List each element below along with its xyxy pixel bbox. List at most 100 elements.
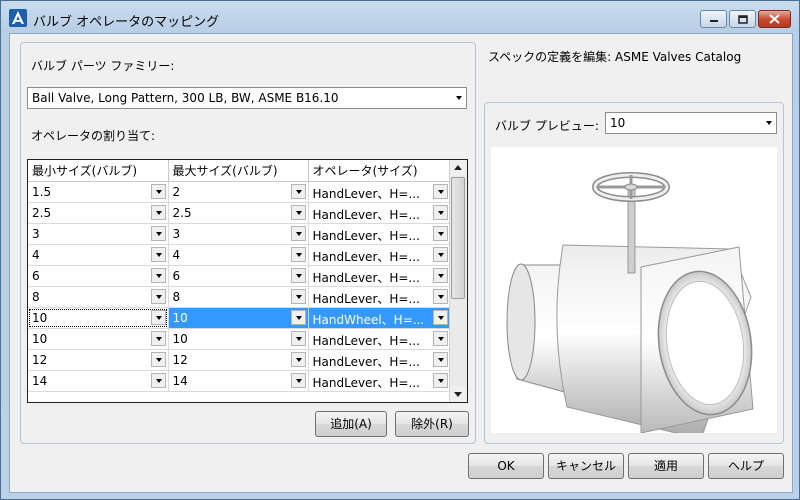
table-cell-min[interactable]: 8 [28, 286, 169, 308]
table-row[interactable]: 6 6 HandLever、H=... [28, 265, 451, 287]
table-cell-min[interactable]: 12 [28, 349, 169, 371]
help-button[interactable]: ヘルプ [708, 453, 784, 479]
chevron-down-icon[interactable] [150, 184, 166, 199]
table-cell-op[interactable]: HandLever、H=... [308, 202, 451, 224]
table-cell-op[interactable]: HandWheel、H=... [308, 307, 451, 329]
table-cell-min[interactable]: 14 [28, 370, 169, 392]
title-bar[interactable]: バルブ オペレータのマッピング [1, 1, 799, 37]
chevron-down-icon[interactable] [290, 247, 306, 262]
cell-content: 10 [28, 329, 168, 349]
table-row[interactable]: 10 10 HandWheel、H=... [28, 307, 451, 329]
table-cell-max[interactable]: 2.5 [168, 202, 309, 224]
table-cell-op[interactable]: HandLever、H=... [308, 265, 451, 287]
table-row[interactable]: 10 10 HandLever、H=... [28, 328, 451, 350]
chevron-down-icon[interactable] [290, 226, 306, 241]
table-cell-min[interactable]: 6 [28, 265, 169, 287]
column-header-min[interactable]: 最小サイズ(バルブ) [28, 160, 169, 182]
table-cell-op[interactable]: HandLever、H=... [308, 370, 451, 392]
table-row[interactable]: 1.5 2 HandLever、H=... [28, 181, 451, 203]
chevron-down-icon[interactable] [290, 331, 306, 346]
chevron-down-icon[interactable] [432, 184, 448, 199]
chevron-down-icon[interactable] [432, 289, 448, 304]
table-cell-op[interactable]: HandLever、H=... [308, 223, 451, 245]
table-cell-min[interactable]: 2.5 [28, 202, 169, 224]
remove-button[interactable]: 除外(R) [395, 411, 469, 437]
table-header-row: 最小サイズ(バルブ) 最大サイズ(バルブ) オペレータ(サイズ) [28, 160, 451, 182]
table-cell-min[interactable]: 1.5 [28, 181, 169, 203]
chevron-down-icon[interactable] [150, 289, 166, 304]
preview-size-dropdown[interactable]: 10 [605, 112, 777, 134]
chevron-down-icon[interactable] [150, 226, 166, 241]
table-cell-max[interactable]: 10 [168, 307, 309, 329]
chevron-down-icon[interactable] [290, 184, 306, 199]
table-cell-min[interactable]: 3 [28, 223, 169, 245]
minimize-icon [709, 20, 718, 22]
maximize-button[interactable] [729, 10, 756, 28]
chevron-down-icon[interactable] [150, 268, 166, 283]
table-cell-max[interactable]: 10 [168, 328, 309, 350]
chevron-down-icon[interactable] [290, 205, 306, 220]
chevron-down-icon[interactable] [290, 268, 306, 283]
table-row[interactable]: 3 3 HandLever、H=... [28, 223, 451, 245]
table-scrollbar[interactable] [449, 160, 467, 402]
column-header-max[interactable]: 最大サイズ(バルブ) [168, 160, 309, 182]
close-button[interactable] [758, 10, 791, 28]
table-row[interactable]: 4 4 HandLever、H=... [28, 244, 451, 266]
table-cell-op[interactable]: HandLever、H=... [308, 286, 451, 308]
dialog-window: バルブ オペレータのマッピング バルブ パーツ ファミリー: Ball Valv… [0, 0, 800, 500]
table-row[interactable]: 12 12 HandLever、H=... [28, 349, 451, 371]
chevron-down-icon[interactable] [432, 205, 448, 220]
chevron-down-icon[interactable] [150, 205, 166, 220]
cell-value: 8 [32, 290, 40, 304]
cell-value: 1.5 [32, 185, 52, 199]
table-cell-min[interactable]: 10 [28, 328, 169, 350]
chevron-down-icon[interactable] [150, 310, 166, 325]
table-cell-op[interactable]: HandLever、H=... [308, 244, 451, 266]
minimize-button[interactable] [700, 10, 727, 28]
spec-edit-label: スペックの定義を編集: ASME Valves Catalog [488, 50, 742, 64]
table-cell-max[interactable]: 6 [168, 265, 309, 287]
scroll-thumb[interactable] [451, 177, 465, 299]
cancel-button[interactable]: キャンセル [548, 453, 624, 479]
table-row[interactable]: 8 8 HandLever、H=... [28, 286, 451, 308]
chevron-down-icon[interactable] [150, 331, 166, 346]
chevron-down-icon[interactable] [432, 247, 448, 262]
table-cell-min[interactable]: 4 [28, 244, 169, 266]
add-button[interactable]: 追加(A) [315, 411, 387, 437]
chevron-down-icon[interactable] [432, 310, 448, 325]
apply-button[interactable]: 適用 [628, 453, 704, 479]
cell-value: HandLever、H=... [312, 376, 420, 390]
family-dropdown[interactable]: Ball Valve, Long Pattern, 300 LB, BW, AS… [27, 87, 467, 109]
chevron-down-icon[interactable] [432, 226, 448, 241]
chevron-down-icon[interactable] [150, 352, 166, 367]
table-cell-max[interactable]: 14 [168, 370, 309, 392]
table-cell-max[interactable]: 3 [168, 223, 309, 245]
chevron-down-icon[interactable] [432, 352, 448, 367]
chevron-down-icon[interactable] [290, 310, 306, 325]
chevron-down-icon[interactable] [150, 247, 166, 262]
chevron-down-icon[interactable] [290, 373, 306, 388]
cell-value: HandLever、H=... [312, 208, 420, 222]
chevron-down-icon[interactable] [432, 268, 448, 283]
table-cell-op[interactable]: HandLever、H=... [308, 349, 451, 371]
table-cell-max[interactable]: 12 [168, 349, 309, 371]
column-header-operator[interactable]: オペレータ(サイズ) [308, 160, 451, 182]
table-cell-min[interactable]: 10 [28, 307, 169, 329]
chevron-down-icon[interactable] [290, 289, 306, 304]
table-cell-op[interactable]: HandLever、H=... [308, 328, 451, 350]
chevron-down-icon[interactable] [150, 373, 166, 388]
chevron-down-icon[interactable] [432, 373, 448, 388]
chevron-down-icon[interactable] [432, 331, 448, 346]
table-row[interactable]: 2.5 2.5 HandLever、H=... [28, 202, 451, 224]
table-cell-max[interactable]: 8 [168, 286, 309, 308]
ok-button[interactable]: OK [468, 453, 544, 479]
table-cell-max[interactable]: 2 [168, 181, 309, 203]
chevron-down-icon[interactable] [290, 352, 306, 367]
table-row[interactable]: 14 14 HandLever、H=... [28, 370, 451, 392]
scroll-down-arrow-icon[interactable] [450, 386, 466, 402]
preview-label: バルブ プレビュー: [495, 119, 599, 133]
table-cell-max[interactable]: 4 [168, 244, 309, 266]
table-cell-op[interactable]: HandLever、H=... [308, 181, 451, 203]
cell-content: 10 [28, 308, 168, 328]
scroll-up-arrow-icon[interactable] [450, 160, 466, 176]
